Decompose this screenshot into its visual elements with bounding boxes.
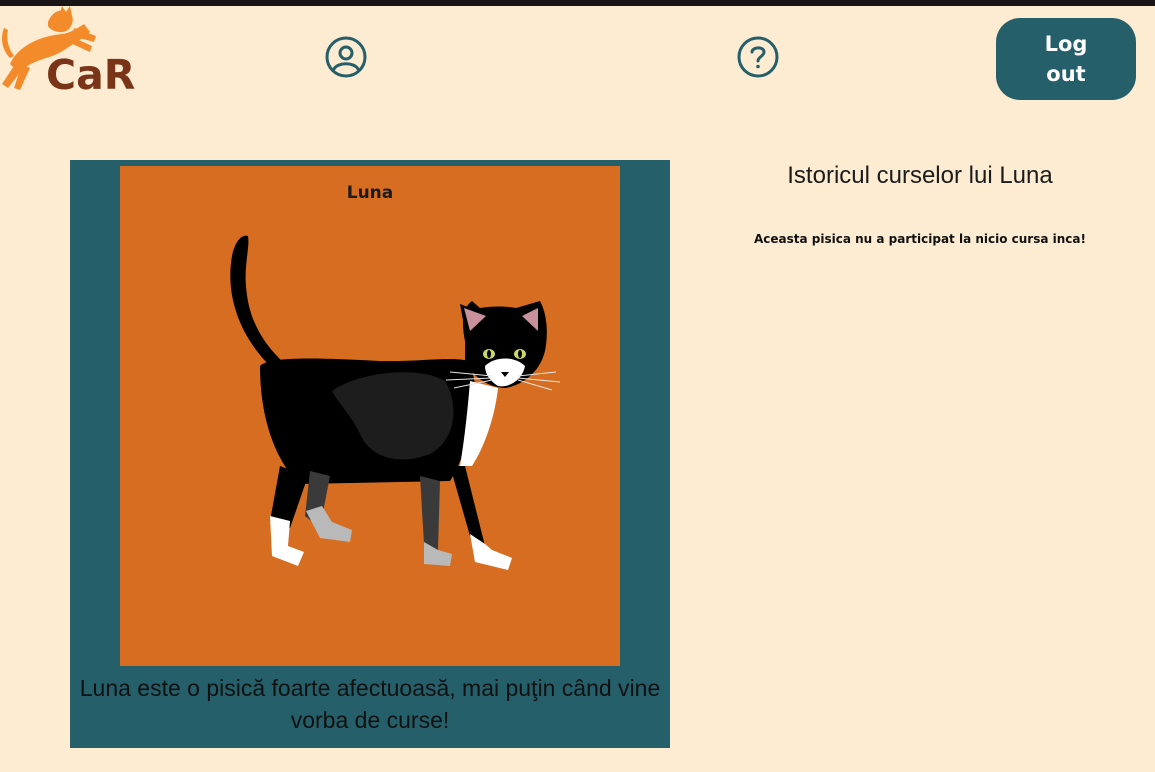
cat-name: Luna xyxy=(346,183,394,203)
cat-photo: Luna xyxy=(120,166,620,666)
logo-text: CaR xyxy=(46,51,136,99)
logo[interactable]: CaR xyxy=(0,6,150,98)
question-circle-icon xyxy=(737,36,779,78)
tuxedo-cat-illustration xyxy=(230,235,561,570)
logout-button[interactable]: Log out xyxy=(996,18,1136,100)
race-history-empty-message: Aceasta pisica nu a participat la nicio … xyxy=(754,232,1086,246)
logout-label: Log out xyxy=(1044,32,1088,86)
profile-button[interactable] xyxy=(324,35,368,79)
top-border xyxy=(0,0,1155,6)
help-button[interactable] xyxy=(736,35,780,79)
race-history-title: Istoricul curselor lui Luna xyxy=(787,162,1053,189)
cat-profile-card: Luna Luna este o pisică foarte afectuoas… xyxy=(70,160,670,748)
user-circle-icon xyxy=(325,36,367,78)
cat-description: Luna este o pisică foarte afectuoasă, ma… xyxy=(79,675,661,733)
